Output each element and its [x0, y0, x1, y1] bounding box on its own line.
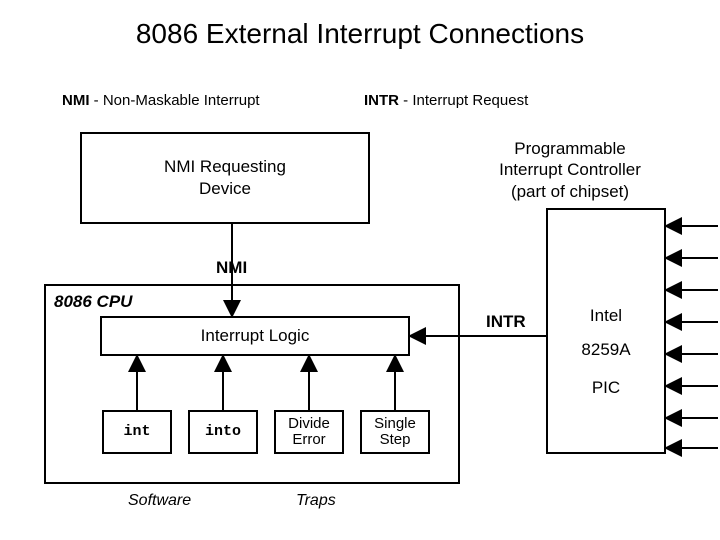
- single-step-box: Single Step: [360, 410, 430, 454]
- pic-title: Programmable Interrupt Controller (part …: [470, 138, 670, 202]
- cpu-box: [44, 284, 460, 484]
- nmi-device-l2: Device: [199, 179, 251, 198]
- pic-abbr: PIC: [548, 378, 664, 398]
- divide-l1: Divide: [288, 415, 330, 432]
- nmi-definition: NMI - Non-Maskable Interrupt: [62, 92, 260, 109]
- interrupt-logic-box: Interrupt Logic: [100, 316, 410, 356]
- int-box: int: [102, 410, 172, 454]
- nmi-sep: -: [90, 92, 103, 109]
- intr-definition: INTR - Interrupt Request: [364, 92, 528, 109]
- nmi-requesting-device-box: NMI Requesting Device: [80, 132, 370, 224]
- intr-sep: -: [399, 92, 412, 109]
- divide-error-box: Divide Error: [274, 410, 344, 454]
- nmi-signal-label: NMI: [216, 258, 247, 278]
- divide-l2: Error: [292, 431, 325, 448]
- intr-full: Interrupt Request: [412, 92, 528, 109]
- single-l1: Single: [374, 415, 416, 432]
- into-box: into: [188, 410, 258, 454]
- pic-title-l1: Programmable: [514, 139, 626, 158]
- nmi-device-l1: NMI Requesting: [164, 157, 286, 176]
- pic-title-l2: Interrupt Controller: [499, 160, 641, 179]
- pic-vendor: Intel: [548, 306, 664, 326]
- diagram-title: 8086 External Interrupt Connections: [0, 18, 720, 50]
- intr-abbr: INTR: [364, 92, 399, 109]
- intr-signal-label: INTR: [486, 312, 526, 332]
- single-l2: Step: [380, 431, 411, 448]
- pic-part: 8259A: [548, 340, 664, 360]
- pic-title-l3: (part of chipset): [511, 182, 629, 201]
- nmi-full: Non-Maskable Interrupt: [103, 92, 260, 109]
- software-label: Software: [128, 492, 191, 510]
- cpu-label: 8086 CPU: [54, 292, 132, 312]
- pic-box: Intel 8259A PIC: [546, 208, 666, 454]
- nmi-abbr: NMI: [62, 92, 90, 109]
- traps-label: Traps: [296, 492, 336, 510]
